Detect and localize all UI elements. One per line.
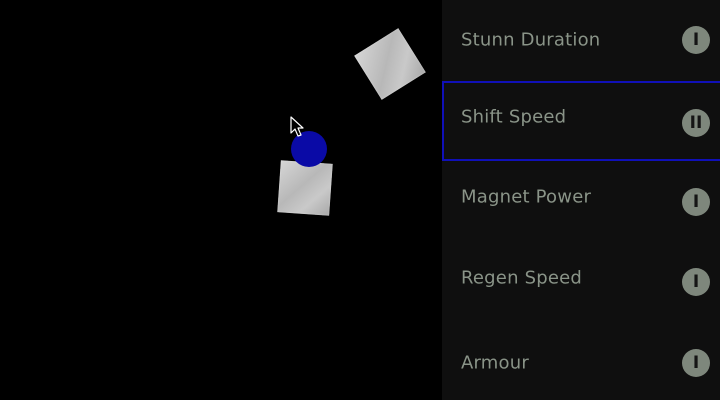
play-area[interactable] (0, 0, 442, 400)
upgrade-label: Stunn Duration (461, 29, 601, 51)
level-badge: I (682, 268, 710, 296)
level-badge: I (682, 26, 710, 54)
upgrade-label: Regen Speed (461, 267, 583, 289)
level-badge: II (682, 109, 710, 137)
upgrade-stunn-duration[interactable]: Stunn Duration I (442, 0, 720, 80)
mouse-cursor-icon (290, 116, 304, 137)
upgrade-label: Magnet Power (461, 186, 592, 208)
game-screen: Stunn Duration I Shift Speed II Magnet P… (0, 0, 720, 400)
upgrade-label: Armour (461, 352, 529, 374)
upgrade-panel: Stunn Duration I Shift Speed II Magnet P… (442, 0, 720, 400)
upgrade-label: Shift Speed (461, 106, 567, 128)
upgrade-shift-speed[interactable]: Shift Speed II (442, 81, 720, 161)
metal-block (277, 160, 333, 216)
level-badge: I (682, 188, 710, 216)
metal-block (354, 28, 426, 100)
upgrade-magnet-power[interactable]: Magnet Power I (442, 161, 720, 241)
upgrade-regen-speed[interactable]: Regen Speed I (442, 242, 720, 322)
upgrade-armour[interactable]: Armour I (442, 323, 720, 400)
level-badge: I (682, 349, 710, 377)
